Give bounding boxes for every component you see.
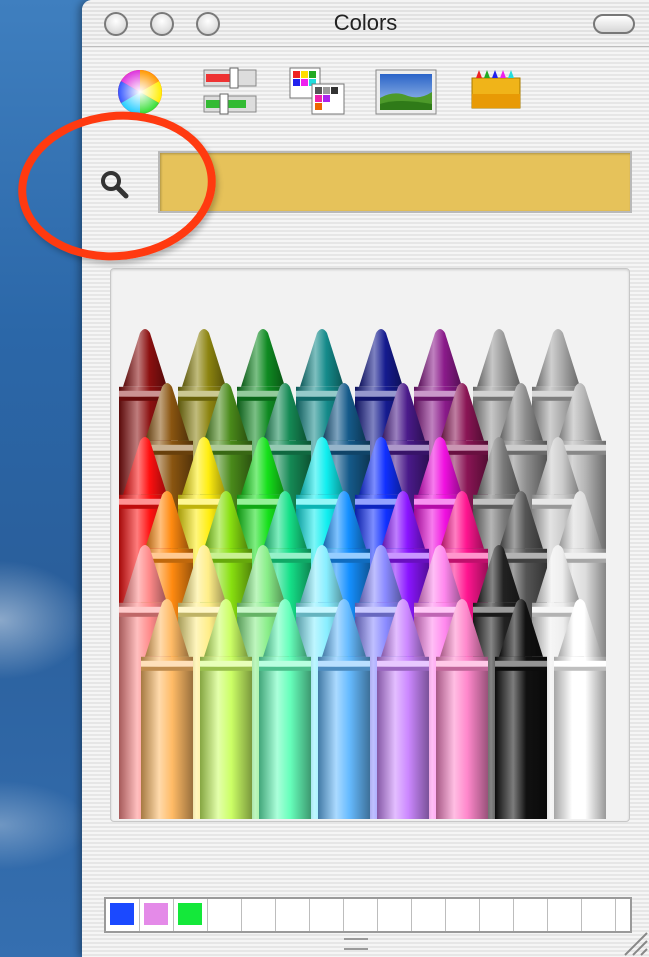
swatch-fill — [246, 903, 270, 925]
swatch-fill — [178, 903, 202, 925]
color-swatch[interactable] — [344, 899, 378, 931]
swatch-fill — [450, 903, 474, 925]
color-swatch-well[interactable] — [104, 897, 632, 933]
color-swatch[interactable] — [582, 899, 616, 931]
color-swatch[interactable] — [106, 899, 140, 931]
crayon-box — [110, 268, 630, 822]
color-palettes-tab[interactable] — [288, 64, 345, 120]
color-swatch[interactable] — [242, 899, 276, 931]
color-swatch[interactable] — [412, 899, 446, 931]
color-swatch[interactable] — [140, 899, 174, 931]
color-swatch[interactable] — [446, 899, 480, 931]
sliders-icon — [203, 67, 257, 115]
color-swatch[interactable] — [548, 899, 582, 931]
swatch-fill — [212, 903, 236, 925]
color-swatch[interactable] — [174, 899, 208, 931]
swatch-fill — [484, 903, 508, 925]
swatch-fill — [110, 903, 134, 925]
crayons-icon — [471, 70, 521, 109]
swatch-fill — [382, 903, 406, 925]
desktop-background-highlight — [0, 560, 90, 680]
swatch-resize-grip-icon[interactable] — [344, 938, 368, 950]
swatch-fill — [280, 903, 304, 925]
palettes-icon — [289, 67, 345, 115]
color-swatch[interactable] — [480, 899, 514, 931]
color-swatch[interactable] — [378, 899, 412, 931]
color-swatch[interactable] — [276, 899, 310, 931]
crayons-tab[interactable] — [466, 64, 522, 120]
toolbar-toggle-button[interactable] — [593, 14, 635, 34]
color-swatch[interactable] — [514, 899, 548, 931]
color-swatch[interactable] — [208, 899, 242, 931]
window-title: Colors — [333, 10, 398, 35]
image-palettes-tab[interactable] — [374, 64, 437, 120]
color-swatch[interactable] — [310, 899, 344, 931]
swatch-fill — [314, 903, 338, 925]
window-resize-handle-icon[interactable] — [619, 927, 649, 957]
swatch-fill — [348, 903, 372, 925]
crayon-grid — [119, 329, 606, 819]
swatch-fill — [518, 903, 542, 925]
color-sliders-tab[interactable] — [200, 64, 257, 120]
swatch-fill — [552, 903, 576, 925]
desktop-background-highlight — [0, 780, 90, 870]
swatch-fill — [416, 903, 440, 925]
swatch-fill — [586, 903, 610, 925]
title-bar[interactable]: Colors — [82, 0, 649, 47]
image-icon — [375, 69, 437, 115]
current-color-field[interactable] — [158, 151, 632, 213]
swatch-fill — [144, 903, 168, 925]
